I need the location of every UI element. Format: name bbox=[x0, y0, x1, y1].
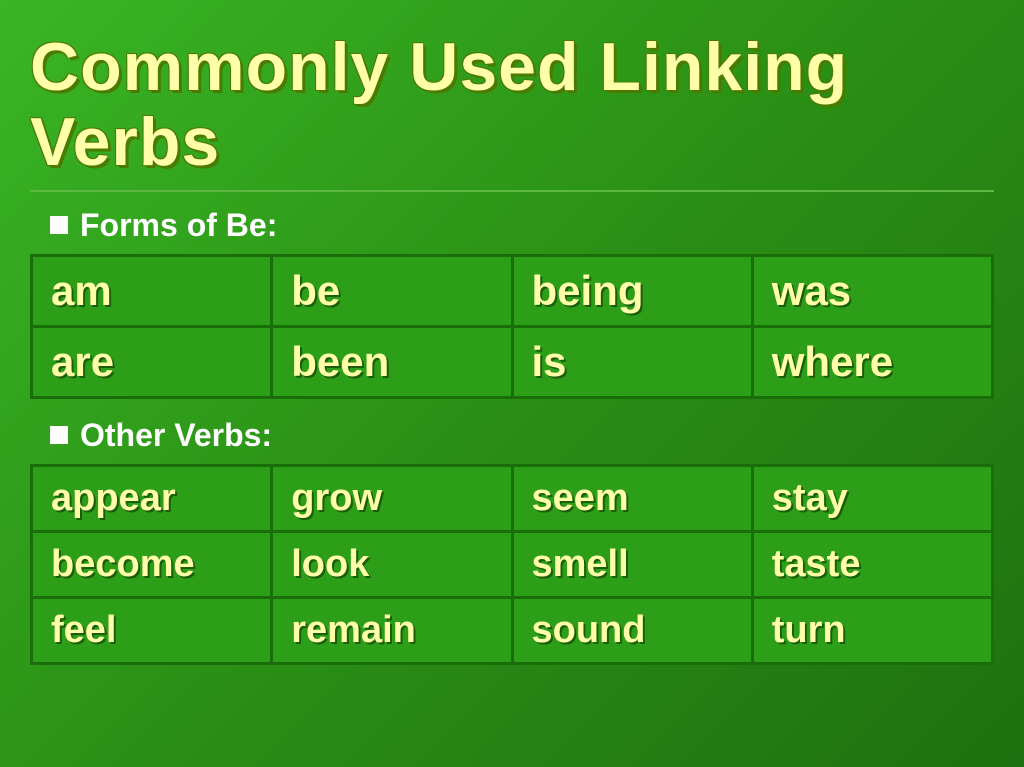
forms-of-be-label: Forms of Be: bbox=[80, 207, 277, 244]
cell-where: where bbox=[752, 326, 992, 397]
forms-of-be-header: Forms of Be: bbox=[50, 207, 994, 244]
table-row: become look smell taste bbox=[32, 531, 993, 597]
bullet-icon bbox=[50, 426, 68, 444]
bullet-icon bbox=[50, 216, 68, 234]
cell-stay: stay bbox=[752, 465, 992, 531]
cell-taste: taste bbox=[752, 531, 992, 597]
cell-are: are bbox=[32, 326, 272, 397]
table-row: feel remain sound turn bbox=[32, 597, 993, 663]
other-verbs-table: appear grow seem stay become look smell … bbox=[30, 464, 994, 665]
cell-am: am bbox=[32, 255, 272, 326]
cell-was: was bbox=[752, 255, 992, 326]
table-row: are been is where bbox=[32, 326, 993, 397]
cell-turn: turn bbox=[752, 597, 992, 663]
cell-been: been bbox=[272, 326, 512, 397]
cell-seem: seem bbox=[512, 465, 752, 531]
cell-being: being bbox=[512, 255, 752, 326]
cell-become: become bbox=[32, 531, 272, 597]
cell-sound: sound bbox=[512, 597, 752, 663]
cell-smell: smell bbox=[512, 531, 752, 597]
cell-be: be bbox=[272, 255, 512, 326]
cell-is: is bbox=[512, 326, 752, 397]
cell-feel: feel bbox=[32, 597, 272, 663]
cell-grow: grow bbox=[272, 465, 512, 531]
page: Commonly Used Linking Verbs Forms of Be:… bbox=[0, 0, 1024, 767]
other-verbs-label: Other Verbs: bbox=[80, 417, 272, 454]
divider bbox=[30, 190, 994, 192]
table-row: appear grow seem stay bbox=[32, 465, 993, 531]
cell-appear: appear bbox=[32, 465, 272, 531]
forms-of-be-table: am be being was are been is where bbox=[30, 254, 994, 399]
page-title: Commonly Used Linking Verbs bbox=[30, 30, 994, 180]
cell-remain: remain bbox=[272, 597, 512, 663]
cell-look: look bbox=[272, 531, 512, 597]
table-row: am be being was bbox=[32, 255, 993, 326]
other-verbs-header: Other Verbs: bbox=[50, 417, 994, 454]
